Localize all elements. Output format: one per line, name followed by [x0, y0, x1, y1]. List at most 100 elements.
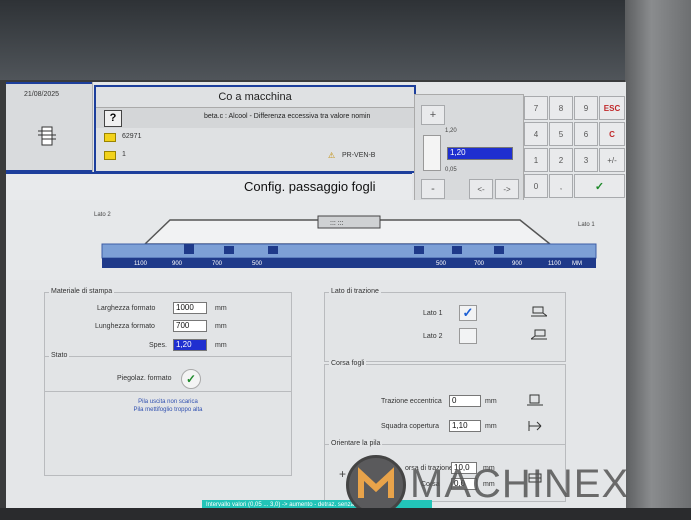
machine-diagram: Lato 2 Lato 1 ::: ::: 1100 900 700 500 5… — [6, 200, 626, 280]
watermark-text: MACHINEX — [410, 462, 630, 506]
cover-square-input[interactable]: 1,10 — [449, 420, 481, 432]
sheet-guide — [224, 246, 234, 254]
right-arrow-button[interactable]: -> — [495, 179, 519, 199]
numeric-keypad: 7 8 9 ESC 4 5 6 C 1 2 3 +/- 0 , ✓ — [524, 96, 625, 202]
page-title-bar: Config. passaggio fogli — [6, 172, 412, 202]
date-label: 21/08/2025 — [24, 91, 60, 98]
key-7[interactable]: 7 — [524, 96, 548, 120]
key-esc[interactable]: ESC — [599, 96, 625, 120]
side1-checkbox[interactable]: ✓ — [459, 305, 477, 321]
key-comma[interactable]: , — [549, 174, 573, 198]
max-value-label: 1,20 — [445, 128, 457, 134]
scale-tick-label: 900 — [172, 261, 183, 267]
page-title: Config. passaggio fogli — [244, 179, 376, 194]
svg-text:::: :::: ::: ::: — [330, 220, 344, 227]
left-header-panel: 21/08/2025 — [6, 82, 93, 172]
unit-label: mm — [485, 398, 497, 405]
scale-tick-label: 1100 — [134, 261, 147, 267]
scale-tick-label: 700 — [212, 261, 223, 267]
key-enter[interactable]: ✓ — [574, 174, 625, 198]
key-clear[interactable]: C — [599, 122, 625, 146]
window-title: Co a macchina — [218, 91, 292, 103]
square-icon — [528, 421, 542, 431]
group-title: Lato di trazione — [329, 288, 381, 295]
increment-button[interactable]: + — [421, 105, 445, 125]
thickness-label: Spes. — [149, 342, 167, 349]
edit-icon — [104, 151, 116, 160]
length-input[interactable]: 700 — [173, 320, 207, 332]
sheet-travel-group: Corsa fogli Trazione eccentrica 0 mm Squ… — [324, 360, 566, 446]
scale-tick-label: 900 — [512, 261, 523, 267]
value-slider[interactable] — [423, 135, 441, 171]
unit-label: mm — [485, 423, 497, 430]
adjuster-value-field[interactable]: 1,20 — [447, 147, 513, 160]
pile-plus-button[interactable]: + — [339, 467, 346, 481]
divider — [45, 391, 291, 392]
width-input[interactable]: 1000 — [173, 302, 207, 314]
eccentric-traction-label: Trazione eccentrica — [381, 398, 442, 405]
check-ok-icon: ✓ — [181, 369, 201, 389]
key-sign[interactable]: +/- — [599, 148, 625, 172]
group-title: Materiale di stampa — [49, 288, 115, 295]
watermark-m-icon — [358, 467, 394, 498]
side2-icon — [531, 329, 547, 340]
print-material-group: Materiale di stampa Larghezza formato 10… — [44, 288, 292, 362]
key-3[interactable]: 3 — [574, 148, 598, 172]
message-header: Co a macchina ? beta.c : Alcool - Differ… — [94, 85, 416, 173]
min-value-label: 0,05 — [445, 167, 457, 173]
watermark-logo-icon — [346, 455, 406, 515]
scale-tick-label: 1100 — [548, 261, 561, 267]
key-8[interactable]: 8 — [549, 96, 573, 120]
scale-tick-label: 700 — [474, 261, 485, 267]
eccentric-traction-input[interactable]: 0 — [449, 395, 481, 407]
group-title: Orientare la pila — [329, 440, 383, 447]
side1-label: Lato 1 — [423, 310, 443, 317]
traction-side-group: Lato di trazione Lato 1 ✓ Lato 2 — [324, 288, 566, 362]
sheet-guide — [184, 244, 194, 254]
length-label: Lunghezza formato — [95, 323, 155, 330]
unit-label: mm — [215, 323, 227, 330]
status-message: Pila uscita non scarica — [138, 399, 198, 405]
warning-icon: ⚠ — [328, 151, 336, 160]
left-arrow-button[interactable]: <- — [469, 179, 493, 199]
key-5[interactable]: 5 — [549, 122, 573, 146]
sheet-guide — [452, 246, 462, 254]
key-0[interactable]: 0 — [524, 174, 548, 198]
thickness-input[interactable]: 1,20 — [173, 339, 207, 351]
key-6[interactable]: 6 — [574, 122, 598, 146]
key-2[interactable]: 2 — [549, 148, 573, 172]
traction-icon — [527, 394, 543, 406]
sheet-guide — [414, 246, 424, 254]
job-number: 62971 — [122, 133, 142, 140]
key-9[interactable]: 9 — [574, 96, 598, 120]
station-code: PR-VEN-B — [342, 152, 376, 159]
unit-label: mm — [215, 305, 227, 312]
job-folder-icon — [104, 133, 116, 142]
counter-value: 1 — [122, 151, 126, 158]
message-row: ? beta.c : Alcool - Differenza eccessiva… — [96, 107, 414, 128]
help-button[interactable]: ? — [104, 110, 122, 127]
sheet-guide — [494, 246, 504, 254]
side2-label: Lato 2 — [423, 333, 443, 340]
unit-label: mm — [215, 342, 227, 349]
machine-list-icon[interactable] — [38, 126, 56, 146]
width-label: Larghezza formato — [97, 305, 156, 312]
key-4[interactable]: 4 — [524, 122, 548, 146]
decrement-button[interactable]: - — [421, 179, 445, 199]
key-1[interactable]: 1 — [524, 148, 548, 172]
group-title: Corsa fogli — [329, 360, 367, 367]
value-adjuster-panel: + 1,20 1,20 0,05 - <- -> — [414, 94, 524, 204]
accent-line — [6, 82, 92, 84]
monitor-bezel-top — [0, 0, 691, 80]
scale-tick-label: 500 — [436, 261, 447, 267]
cover-square-label: Squadra copertura — [381, 423, 439, 430]
fold-format-label: Piegolaz. formato — [117, 375, 172, 382]
side2-checkbox[interactable] — [459, 328, 477, 344]
scale-unit: MM — [572, 261, 582, 267]
side1-icon — [531, 306, 547, 317]
monitor-bezel-bottom — [0, 508, 691, 520]
hmi-screen: 21/08/2025 Co a macchina ? beta.c : Alco… — [6, 82, 626, 510]
group-title: Stato — [49, 352, 70, 359]
status-message: Pila mettifoglio troppo alta — [133, 407, 203, 413]
sheet-path-graphic: ::: ::: — [101, 215, 597, 268]
